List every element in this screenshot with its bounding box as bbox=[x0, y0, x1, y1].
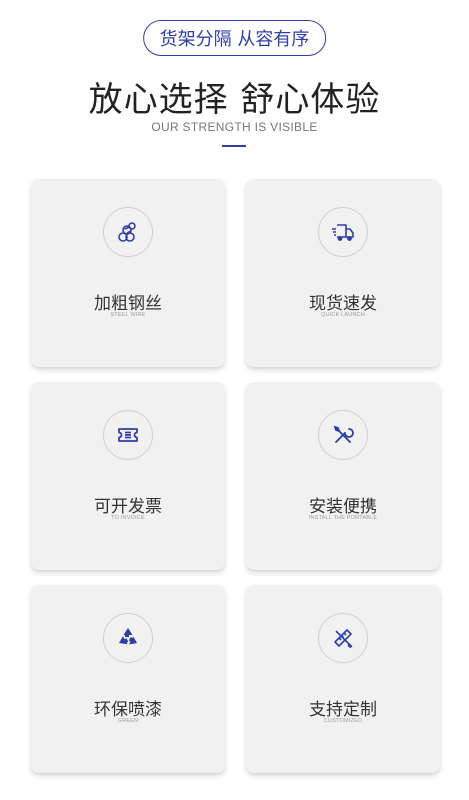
tools-icon bbox=[318, 410, 368, 460]
category-pill-text: 货架分隔 从容有序 bbox=[159, 29, 310, 50]
feature-card-customized: 支持定制 CUSTOMIZED bbox=[246, 585, 440, 773]
page-title: 放心选择 舒心体验 bbox=[88, 80, 381, 120]
feature-title: 支持定制 bbox=[309, 700, 377, 720]
feature-title: 可开发票 bbox=[94, 497, 162, 517]
feature-card-steel-wire: 加粗钢丝 STEEL WIRE bbox=[31, 179, 225, 367]
category-pill: 货架分隔 从容有序 bbox=[142, 20, 327, 56]
feature-subtitle: GREEN bbox=[117, 718, 139, 724]
recycle-icon bbox=[103, 613, 153, 663]
feature-card-quick-launch: 现货速发 QUICK LAUNCH bbox=[246, 179, 440, 367]
page-subtitle: OUR STRENGTH IS VISIBLE bbox=[151, 120, 318, 134]
feature-subtitle: TO INVOICE bbox=[111, 515, 145, 521]
feature-title: 现货速发 bbox=[309, 294, 377, 314]
delivery-truck-icon bbox=[318, 207, 368, 257]
ruler-pencil-icon bbox=[318, 613, 368, 663]
feature-title: 环保喷漆 bbox=[94, 700, 162, 720]
feature-subtitle: INSTALL THE PORTABLE bbox=[308, 515, 378, 521]
title-divider bbox=[222, 145, 246, 147]
feature-title: 加粗钢丝 bbox=[94, 294, 162, 314]
feature-card-invoice: 可开发票 TO INVOICE bbox=[31, 382, 225, 570]
feature-title: 安装便携 bbox=[309, 497, 377, 517]
steel-wire-icon bbox=[103, 207, 153, 257]
feature-card-green: 环保喷漆 GREEN bbox=[31, 585, 225, 773]
feature-card-install: 安装便携 INSTALL THE PORTABLE bbox=[246, 382, 440, 570]
feature-subtitle: CUSTOMIZED bbox=[323, 718, 363, 724]
invoice-ticket-icon bbox=[103, 410, 153, 460]
feature-subtitle: QUICK LAUNCH bbox=[321, 312, 365, 318]
feature-subtitle: STEEL WIRE bbox=[110, 312, 146, 318]
